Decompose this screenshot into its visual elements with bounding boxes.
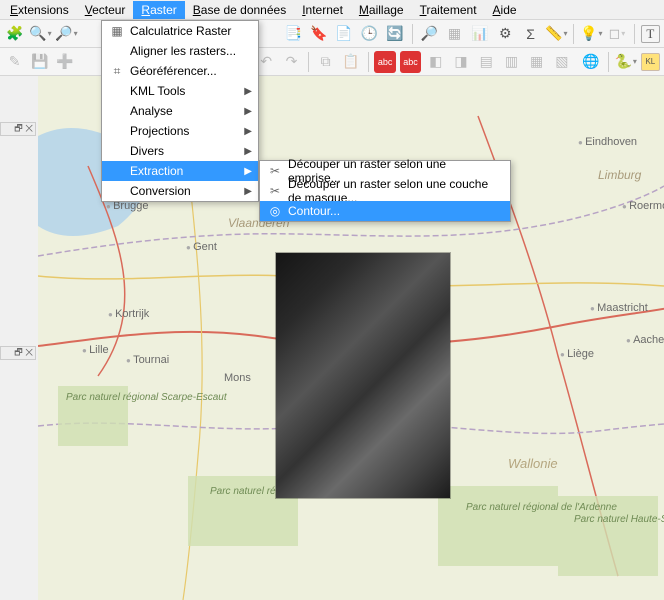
table-icon[interactable]: ▦ (444, 23, 465, 45)
menu-decouper-masque[interactable]: ✂Découper un raster selon une couche de … (260, 181, 510, 201)
city-label: Eindhoven (578, 136, 637, 148)
kml-icon[interactable]: KL (641, 53, 660, 71)
menu-extensions[interactable]: Extensions (2, 1, 77, 19)
extraction-submenu: ✂Découper un raster selon une emprise...… (259, 160, 511, 222)
diagram-icon[interactable]: ◧ (425, 51, 446, 73)
diagram2-icon[interactable]: ◨ (450, 51, 471, 73)
separator (608, 52, 609, 72)
select-icon[interactable]: ◻ (606, 23, 627, 45)
clip-mask-icon: ✂ (266, 184, 284, 198)
menu-maillage[interactable]: Maillage (351, 1, 412, 19)
zoom-out-icon[interactable]: 🔎 (55, 23, 77, 45)
add-feature-icon[interactable]: ➕ (54, 51, 75, 73)
city-label: Lille (82, 344, 109, 356)
menu-aligner-rasters[interactable]: Aligner les rasters... (102, 41, 258, 61)
city-label: Tournai (126, 354, 169, 366)
separator (634, 24, 635, 44)
clock-icon[interactable]: 🕒 (359, 23, 380, 45)
menu-extraction[interactable]: Extraction▶ (102, 161, 258, 181)
paste-feat-icon[interactable]: 📋 (340, 51, 361, 73)
diagram4-icon[interactable]: ▥ (501, 51, 522, 73)
text-tool-icon[interactable]: T (641, 25, 660, 43)
panel-handle-browser[interactable]: 🗗 ✕ (0, 346, 36, 360)
panel-handle-layers[interactable]: 🗗 ✕ (0, 122, 36, 136)
city-label: Aachen (626, 334, 664, 346)
park-label: Parc naturel régional Scarpe-Escaut (66, 392, 136, 403)
save-edits-icon[interactable]: 💾 (29, 51, 50, 73)
chevron-right-icon: ▶ (244, 86, 252, 97)
measure-icon[interactable]: 📏 (545, 23, 567, 45)
grid-icon: ▦ (108, 24, 126, 38)
bookmark-icon[interactable]: 🔖 (308, 23, 329, 45)
edit-icon[interactable]: ✎ (4, 51, 25, 73)
menu-vecteur[interactable]: Vecteur (77, 1, 134, 19)
city-label: Maastricht (590, 302, 648, 314)
region-label: Limburg (598, 168, 641, 182)
menu-kml-tools[interactable]: KML Tools▶ (102, 81, 258, 101)
field-calc-icon[interactable]: 📊 (469, 23, 490, 45)
toolbar-primary: 🧩 🔍 🔎 ◯ 📑 🔖 📄 🕒 🔄 🔎 ▦ 📊 ⚙ Σ 📏 💡 ◻ T (0, 20, 664, 48)
label-abc-icon[interactable]: abc (374, 51, 395, 73)
raster-layer-overlay (276, 253, 450, 498)
chevron-right-icon: ▶ (244, 166, 252, 177)
menu-projections[interactable]: Projections▶ (102, 121, 258, 141)
chevron-right-icon: ▶ (244, 146, 252, 157)
menu-traitement[interactable]: Traitement (412, 1, 485, 19)
raster-dropdown: ▦Calculatrice Raster Aligner les rasters… (101, 20, 259, 202)
separator (368, 52, 369, 72)
menu-contour[interactable]: ◎Contour... (260, 201, 510, 221)
separator (573, 24, 574, 44)
browser-icon[interactable]: 🌐 (581, 51, 602, 73)
park-label: Parc naturel régional de l'Ardenne (466, 502, 556, 513)
georef-icon: ⌗ (108, 64, 126, 79)
menu-conversion[interactable]: Conversion▶ (102, 181, 258, 201)
diagram3-icon[interactable]: ▤ (476, 51, 497, 73)
contour-icon: ◎ (266, 204, 284, 218)
chevron-right-icon: ▶ (244, 186, 252, 197)
city-label: Liège (560, 348, 594, 360)
menubar: Extensions Vecteur Raster Base de donnée… (0, 0, 664, 20)
layout-icon[interactable]: 📄 (333, 23, 354, 45)
zoom-in-icon[interactable]: 🔍 (29, 23, 51, 45)
city-label: Gent (186, 241, 217, 253)
identify-icon[interactable]: 🔎 (418, 23, 439, 45)
python-icon[interactable]: 🐍 (615, 51, 637, 73)
chevron-right-icon: ▶ (244, 126, 252, 137)
copy-feat-icon[interactable]: ⧉ (315, 51, 336, 73)
separator (308, 52, 309, 72)
menu-divers[interactable]: Divers▶ (102, 141, 258, 161)
separator (412, 24, 413, 44)
menu-aide[interactable]: Aide (485, 1, 525, 19)
new-bookmark-icon[interactable]: 📑 (283, 23, 304, 45)
menu-base-de-donnees[interactable]: Base de données (185, 1, 294, 19)
diagram6-icon[interactable]: ▧ (551, 51, 572, 73)
diagram5-icon[interactable]: ▦ (526, 51, 547, 73)
city-label: Roermond (622, 200, 664, 212)
tips-icon[interactable]: 💡 (580, 23, 602, 45)
plugins-icon[interactable]: 🧩 (4, 23, 25, 45)
menu-georeferencer[interactable]: ⌗Géoréférencer... (102, 61, 258, 81)
refresh-icon[interactable]: 🔄 (384, 23, 405, 45)
menu-internet[interactable]: Internet (294, 1, 351, 19)
park-label: Parc naturel Haute-Sûre Forêt d'Anlier (574, 514, 664, 525)
sigma-icon[interactable]: Σ (520, 23, 541, 45)
toolbar-secondary: ✎ 💾 ➕ ↶ ↷ ⧉ 📋 abc abc ◧ ◨ ▤ ▥ ▦ ▧ 🌐 🐍 KL (0, 48, 664, 76)
menu-calculatrice-raster[interactable]: ▦Calculatrice Raster (102, 21, 258, 41)
label-abc2-icon[interactable]: abc (400, 51, 421, 73)
toolbox-icon[interactable]: ⚙ (495, 23, 516, 45)
city-label: Mons (224, 372, 251, 384)
clip-extent-icon: ✂ (266, 164, 284, 178)
region-label: Wallonie (508, 456, 558, 471)
city-label: Kortrijk (108, 308, 149, 320)
menu-raster[interactable]: Raster (133, 1, 184, 19)
chevron-right-icon: ▶ (244, 106, 252, 117)
menu-analyse[interactable]: Analyse▶ (102, 101, 258, 121)
redo-icon[interactable]: ↷ (281, 51, 302, 73)
